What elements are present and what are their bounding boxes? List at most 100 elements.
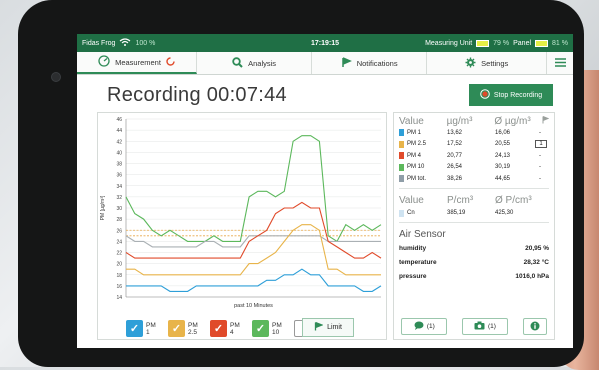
series-toggle[interactable]: ✓ PM 10 xyxy=(252,320,282,337)
tab-label: Measurement xyxy=(115,57,161,67)
tab-analysis[interactable]: Analysis xyxy=(197,52,313,74)
air-sensor-title: Air Sensor xyxy=(399,229,446,240)
y-tick-label: 18 xyxy=(116,273,122,279)
comment-icon xyxy=(414,321,424,332)
humidity-label: humidity xyxy=(399,244,427,252)
menu-button[interactable] xyxy=(547,52,573,74)
col-unit: µg/m³ xyxy=(446,116,473,127)
photos-button[interactable]: (1) xyxy=(461,318,508,335)
camera-icon xyxy=(474,321,485,332)
pm-chart: 46 44 42 40 38 36 34 32 30 28 26 24 22 20 18 16 14 PM [µg… xyxy=(100,117,382,309)
pm-table-body: PM 1 13,62 16,06 - PM 2.5 17,52 20,55 1 PM 4 20,7… xyxy=(394,127,554,185)
photos-count: (1) xyxy=(488,323,496,330)
checkbox[interactable]: ✓ xyxy=(126,320,143,337)
pm-avg: 30,19 xyxy=(495,164,511,171)
wifi-icon xyxy=(119,38,131,48)
cn-table-header: Value P/cm³ Ø P/cm³ xyxy=(394,192,554,206)
limit-button[interactable]: Limit xyxy=(302,318,354,337)
values-panel: Value µg/m³ Ø µg/m³ PM 1 13,62 16,06- PM 2.… xyxy=(393,112,555,340)
action-buttons: (1) (1) xyxy=(394,318,554,335)
series-toggle[interactable]: ✓ PM 2.5 xyxy=(168,320,198,337)
pm-value: 17,52 xyxy=(447,141,463,148)
cn-name: Cn xyxy=(407,210,415,217)
checkbox[interactable]: ✓ xyxy=(252,320,269,337)
status-bar: Fidas Frog 100 % 17:19:15 Measuring Unit… xyxy=(77,34,573,52)
y-tick-label: 26 xyxy=(116,228,122,234)
series-line xyxy=(126,224,381,276)
y-tick-label: 46 xyxy=(116,117,122,123)
pm-row: PM 4 20,77 24,13 - xyxy=(394,150,554,162)
humidity-value: 20,95 % xyxy=(525,244,549,252)
temperature-row: temperature 28,32 °C xyxy=(394,255,554,269)
cn-swatch xyxy=(399,209,404,217)
gauge-icon xyxy=(98,55,110,69)
pm-alert: 1 xyxy=(535,140,547,149)
pm-value: 13,62 xyxy=(447,129,463,136)
pm-avg: 24,13 xyxy=(495,152,511,159)
col-value: Value xyxy=(399,194,424,206)
checkbox[interactable]: ✓ xyxy=(168,320,185,337)
series-line xyxy=(125,135,382,243)
series-swatch xyxy=(399,140,404,148)
y-tick-label: 20 xyxy=(116,262,122,268)
y-tick-label: 16 xyxy=(116,284,122,290)
nav-bar: Measurement Analysis Notifications Setti… xyxy=(77,52,573,75)
comments-button[interactable]: (1) xyxy=(401,318,448,335)
pm-avg: 44,65 xyxy=(495,175,511,182)
series-toggle-label: PM 2.5 xyxy=(188,321,198,336)
series-toggle-label: PM 1 xyxy=(146,321,156,336)
panel-battery-percent: 81 % xyxy=(552,39,568,47)
measuring-unit-label: Measuring Unit xyxy=(425,39,473,47)
pm-alert: - xyxy=(539,152,541,159)
notification-icon xyxy=(542,116,550,127)
app-name: Fidas Frog xyxy=(82,39,116,47)
x-axis-label: past 10 Minutes xyxy=(234,303,273,309)
measuring-battery-percent: 79 % xyxy=(493,39,510,47)
pressure-label: pressure xyxy=(399,272,427,280)
gear-icon xyxy=(465,57,476,70)
series-toggle[interactable]: ✓ PM 1 xyxy=(126,320,156,337)
pm-value: 26,54 xyxy=(447,164,463,171)
divider xyxy=(399,222,549,223)
stop-icon xyxy=(480,89,490,101)
series-swatch xyxy=(399,129,404,137)
series-toggle[interactable]: ✓ PM 4 xyxy=(210,320,240,337)
pm-row: PM 1 13,62 16,06 - xyxy=(394,127,554,139)
tab-label: Analysis xyxy=(248,58,277,68)
pm-alert: - xyxy=(539,129,541,136)
stop-recording-button[interactable]: Stop Recording xyxy=(469,84,553,106)
pm-row: PM tot. 38,26 44,65 - xyxy=(394,173,554,185)
tab-label: Settings xyxy=(481,58,509,68)
y-tick-label: 38 xyxy=(116,162,122,168)
y-tick-label: 40 xyxy=(116,150,122,156)
title-row: Recording 00:07:44 Stop Recording xyxy=(77,75,573,113)
tab-settings[interactable]: Settings xyxy=(427,52,548,74)
panel-battery-icon xyxy=(535,39,549,47)
limit-label: Limit xyxy=(327,324,342,331)
panel-label: Panel xyxy=(513,39,532,47)
y-tick-label: 36 xyxy=(116,173,122,179)
cn-avg: 425,30 xyxy=(495,210,514,217)
humidity-row: humidity 20,95 % xyxy=(394,241,554,255)
info-icon xyxy=(530,321,540,333)
cn-value: 385,19 xyxy=(447,210,466,217)
checkbox[interactable]: ✓ xyxy=(210,320,227,337)
series-swatch xyxy=(399,175,404,183)
search-icon xyxy=(232,56,243,70)
series-toggle-label: PM 10 xyxy=(272,321,282,336)
divider xyxy=(399,187,549,189)
pm-value: 38,26 xyxy=(447,175,463,182)
flag-icon xyxy=(314,321,324,333)
temperature-label: temperature xyxy=(399,258,437,266)
tab-label: Notifications xyxy=(356,58,398,68)
stop-recording-label: Stop Recording xyxy=(493,91,543,99)
recording-indicator-icon xyxy=(166,56,175,68)
pm-alert: - xyxy=(539,164,541,171)
pm-name: PM 4 xyxy=(407,152,422,159)
y-tick-label: 34 xyxy=(116,184,122,190)
y-axis-label: PM [µg/m³] xyxy=(100,195,106,220)
tab-notifications[interactable]: Notifications xyxy=(312,52,428,74)
y-tick-label: 30 xyxy=(116,206,122,212)
info-button[interactable] xyxy=(522,318,547,335)
tab-measurement[interactable]: Measurement xyxy=(77,52,198,74)
